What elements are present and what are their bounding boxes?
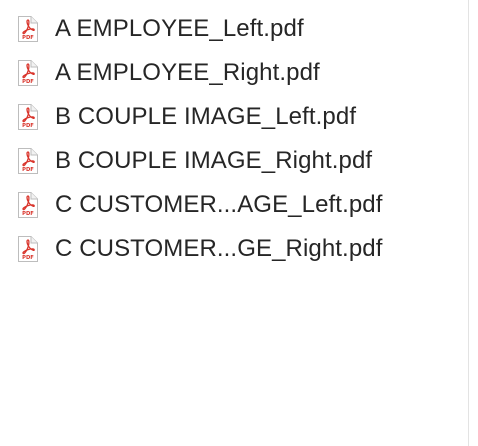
file-list: PDF A EMPLOYEE_Left.pdf PDF A EMPLOYEE_R…	[0, 7, 468, 271]
svg-text:PDF: PDF	[22, 35, 34, 41]
file-row[interactable]: PDF C CUSTOMER...AGE_Left.pdf	[0, 183, 468, 227]
svg-text:PDF: PDF	[22, 211, 34, 217]
file-row[interactable]: PDF C CUSTOMER...GE_Right.pdf	[0, 227, 468, 271]
file-row[interactable]: PDF A EMPLOYEE_Left.pdf	[0, 7, 468, 51]
pdf-file-icon: PDF	[16, 147, 40, 175]
file-name: C CUSTOMER...GE_Right.pdf	[55, 235, 383, 262]
file-row[interactable]: PDF A EMPLOYEE_Right.pdf	[0, 51, 468, 95]
file-name: A EMPLOYEE_Left.pdf	[55, 15, 304, 42]
svg-text:PDF: PDF	[22, 79, 34, 85]
file-row[interactable]: PDF B COUPLE IMAGE_Left.pdf	[0, 95, 468, 139]
svg-text:PDF: PDF	[22, 123, 34, 129]
pdf-file-icon: PDF	[16, 235, 40, 263]
file-name: A EMPLOYEE_Right.pdf	[55, 59, 320, 86]
svg-text:PDF: PDF	[22, 255, 34, 261]
file-name: B COUPLE IMAGE_Left.pdf	[55, 103, 357, 130]
file-name: B COUPLE IMAGE_Right.pdf	[55, 147, 373, 174]
file-row[interactable]: PDF B COUPLE IMAGE_Right.pdf	[0, 139, 468, 183]
file-name: C CUSTOMER...AGE_Left.pdf	[55, 191, 383, 218]
pdf-file-icon: PDF	[16, 103, 40, 131]
pdf-file-icon: PDF	[16, 59, 40, 87]
pdf-file-icon: PDF	[16, 191, 40, 219]
column-divider	[468, 0, 469, 446]
pdf-file-icon: PDF	[16, 15, 40, 43]
svg-text:PDF: PDF	[22, 167, 34, 173]
